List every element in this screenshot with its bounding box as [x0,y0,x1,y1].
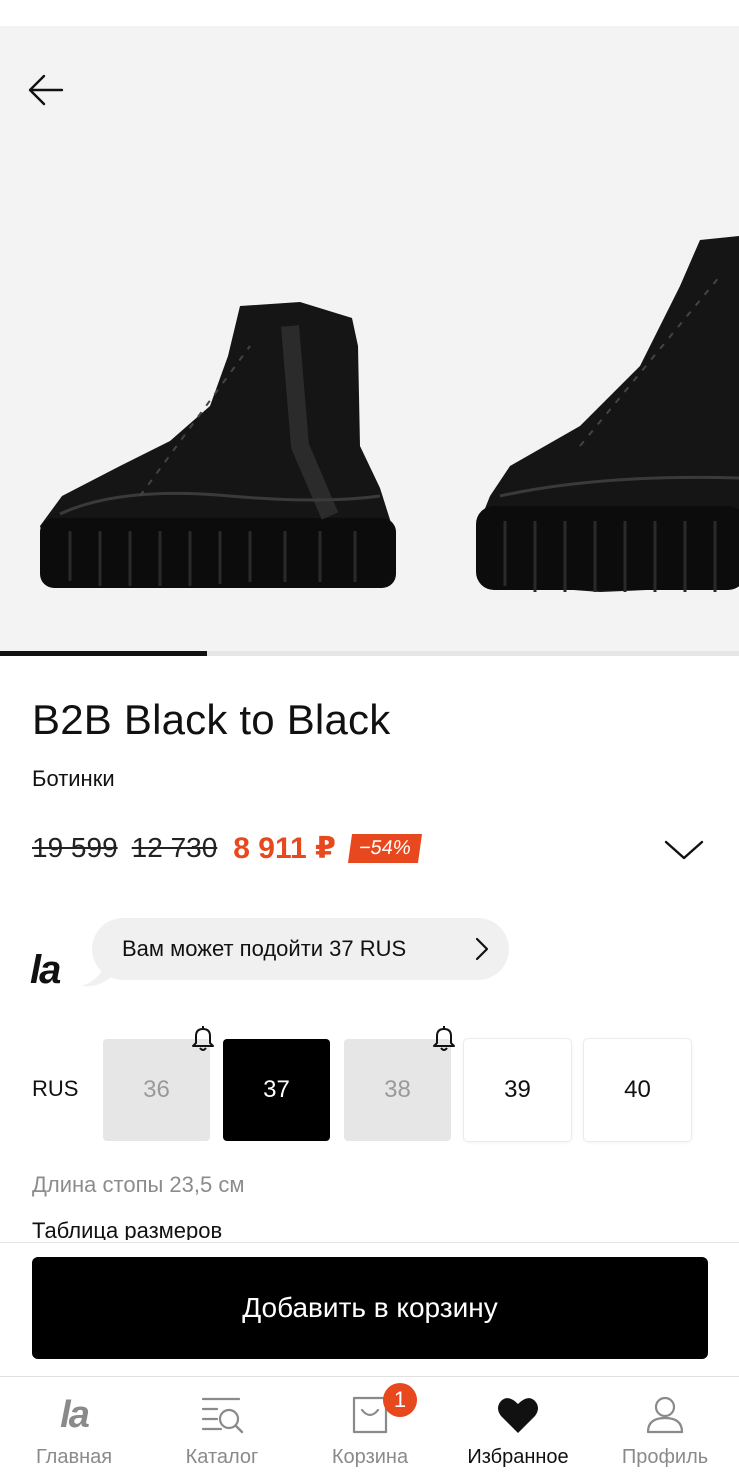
tab-cart[interactable]: Корзина [296,1377,444,1478]
gallery-progress [0,651,739,656]
tab-favorites[interactable]: Избранное [444,1377,592,1478]
size-option-36[interactable]: 36 [103,1026,214,1141]
size-option-37[interactable]: 37 [223,1039,330,1141]
bell-icon[interactable] [429,1023,459,1053]
product-category: Ботинки [32,766,115,791]
tab-catalog[interactable]: Каталог [148,1377,296,1478]
size-system-label: RUS [32,1076,79,1101]
tab-label: Корзина [331,1446,409,1468]
la-logo-icon: la [60,1393,90,1436]
price-row: 19 599 12 730 8 911 ₽ −54% [32,826,422,870]
size-option-label: 38 [384,1076,411,1103]
old-price-previous: 12 730 [131,832,218,863]
size-table-link[interactable]: Таблица размеров [32,1218,222,1240]
bell-icon[interactable] [188,1023,218,1053]
product-brand: B2B Black to Black [32,696,391,743]
size-option-39[interactable]: 39 [464,1039,571,1141]
tab-profile[interactable]: Профиль [591,1377,739,1478]
old-price-original: 19 599 [32,832,118,863]
bottom-tab-bar: la Главная Каталог Корзина Избранное Про… [0,1376,739,1478]
current-price: 8 911 ₽ [233,831,336,865]
size-option-label: 36 [143,1076,170,1103]
size-option-label: 37 [263,1076,290,1103]
product-image-gallery[interactable] [0,26,739,656]
size-option-40[interactable]: 40 [584,1039,691,1141]
chevron-right-icon [475,937,489,961]
size-option-label: 40 [624,1076,651,1103]
add-to-cart-button[interactable]: Добавить в корзину [32,1257,708,1359]
tab-label: Каталог [185,1446,259,1468]
back-button[interactable] [22,66,70,114]
gallery-progress-fill [0,651,207,656]
cart-count-badge: 1 [383,1383,417,1417]
user-icon [641,1393,689,1437]
tab-home[interactable]: la Главная [0,1377,148,1478]
discount-badge: −54% [347,833,422,863]
foot-length-text: Длина стопы 23,5 см [32,1172,245,1197]
size-recommendation-text: Вам может подойти 37 RUS [122,936,407,961]
product-photo-boots [0,26,739,656]
la-logo-icon: la [30,948,61,992]
size-option-label: 39 [504,1076,531,1103]
heart-icon [494,1393,542,1437]
price-details-toggle[interactable] [660,832,708,868]
size-recommendation-bubble[interactable]: Вам может подойти 37 RUS [92,918,509,980]
arrow-left-icon [28,74,64,106]
catalog-search-icon [198,1393,246,1437]
tab-label: Главная [35,1446,113,1468]
size-option-38[interactable]: 38 [344,1026,455,1141]
chevron-down-icon [664,840,704,860]
tab-label: Избранное [467,1446,569,1468]
tab-label: Профиль [621,1446,709,1468]
